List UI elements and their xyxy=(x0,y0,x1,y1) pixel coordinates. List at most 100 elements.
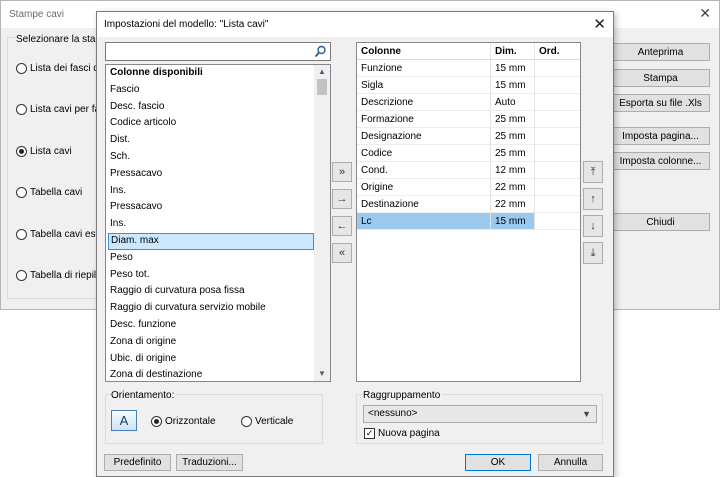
chevron-down-icon[interactable]: ▼ xyxy=(582,406,591,422)
cell-column-name[interactable]: Destinazione xyxy=(357,196,491,213)
radio-tabella-riepilogo[interactable]: Tabella di riepilo xyxy=(16,268,102,282)
cell-dimension[interactable]: 25 mm xyxy=(491,145,535,162)
close-button[interactable]: Chiudi xyxy=(611,213,710,231)
radio-orizzontale[interactable]: Orizzontale xyxy=(151,416,216,427)
table-row[interactable]: Codice 25 mm xyxy=(357,145,580,162)
list-item[interactable]: Dist. xyxy=(106,132,316,149)
table-row[interactable]: Designazione 25 mm xyxy=(357,128,580,145)
cell-order[interactable] xyxy=(535,179,580,196)
radio-indicator[interactable] xyxy=(16,228,27,240)
radio-indicator[interactable] xyxy=(16,269,27,281)
cell-order[interactable] xyxy=(535,77,580,94)
export-xls-button[interactable]: Esporta su file .Xls xyxy=(611,94,710,112)
page-setup-button[interactable]: Imposta pagina... xyxy=(611,127,710,145)
radio-indicator[interactable] xyxy=(16,186,27,198)
move-down-button[interactable]: ↓ xyxy=(583,215,603,237)
cell-column-name[interactable]: Codice xyxy=(357,145,491,162)
cell-dimension[interactable]: Auto xyxy=(491,94,535,111)
ok-button[interactable]: OK xyxy=(465,454,531,471)
table-row[interactable]: Descrizione Auto xyxy=(357,94,580,111)
defaults-button[interactable]: Predefinito xyxy=(104,454,171,471)
list-item[interactable]: Ins. xyxy=(106,183,316,200)
move-up-button[interactable]: ↑ xyxy=(583,188,603,210)
column-header-ord[interactable]: Ord. xyxy=(535,43,580,60)
translations-button[interactable]: Traduzioni... xyxy=(176,454,243,471)
cell-dimension[interactable]: 25 mm xyxy=(491,128,535,145)
preview-button[interactable]: Anteprima xyxy=(611,43,710,61)
available-columns-list[interactable]: Colonne disponibili Fascio Desc. fascio Co… xyxy=(105,64,331,382)
list-item[interactable]: Sch. xyxy=(106,149,316,166)
radio-indicator[interactable] xyxy=(16,62,27,74)
cell-dimension[interactable]: 22 mm xyxy=(491,196,535,213)
scroll-down-icon[interactable]: ▼ xyxy=(316,368,328,380)
list-item[interactable]: Ins. xyxy=(106,216,316,233)
remove-all-button[interactable]: « xyxy=(332,243,352,263)
cell-column-name[interactable]: Lc xyxy=(357,213,491,230)
add-button[interactable]: → xyxy=(332,189,352,209)
list-item[interactable]: Peso xyxy=(106,250,316,267)
radio-lista-fasci[interactable]: Lista dei fasci di xyxy=(16,61,101,75)
column-header-dim[interactable]: Dim. xyxy=(491,43,535,60)
table-row[interactable]: Formazione 25 mm xyxy=(357,111,580,128)
list-item[interactable]: Diam. max xyxy=(108,232,314,250)
print-button[interactable]: Stampa xyxy=(611,69,710,87)
radio-tabella-cavi-estesa[interactable]: Tabella cavi este xyxy=(16,227,104,241)
radio-indicator[interactable] xyxy=(16,145,27,157)
list-item[interactable]: Raggio di curvatura servizio mobile xyxy=(106,300,316,317)
radio-indicator[interactable] xyxy=(16,103,27,115)
list-item[interactable]: Zona di destinazione xyxy=(106,367,316,381)
new-page-checkbox[interactable]: ✓ Nuova pagina xyxy=(364,428,440,439)
cell-order[interactable] xyxy=(535,145,580,162)
table-row[interactable]: Lc 15 mm xyxy=(357,213,580,230)
list-item[interactable]: Pressacavo xyxy=(106,166,316,183)
cell-order[interactable] xyxy=(535,94,580,111)
cell-dimension[interactable]: 15 mm xyxy=(491,60,535,77)
column-setup-button[interactable]: Imposta colonne... xyxy=(611,152,710,170)
table-row[interactable]: Cond. 12 mm xyxy=(357,162,580,179)
cell-column-name[interactable]: Origine xyxy=(357,179,491,196)
cell-dimension[interactable]: 22 mm xyxy=(491,179,535,196)
cell-column-name[interactable]: Sigla xyxy=(357,77,491,94)
table-row[interactable]: Destinazione 22 mm xyxy=(357,196,580,213)
dialog-close-icon[interactable]: ✕ xyxy=(593,15,606,33)
list-item[interactable]: Codice articolo xyxy=(106,115,316,132)
radio-tabella-cavi[interactable]: Tabella cavi xyxy=(16,185,82,199)
table-row[interactable]: Origine 22 mm xyxy=(357,179,580,196)
cell-order[interactable] xyxy=(535,213,580,230)
cell-dimension[interactable]: 15 mm xyxy=(491,213,535,230)
cell-order[interactable] xyxy=(535,196,580,213)
list-item[interactable]: Ubic. di origine xyxy=(106,351,316,368)
radio-verticale[interactable]: Verticale xyxy=(241,416,293,427)
search-input[interactable] xyxy=(105,42,331,61)
cell-dimension[interactable]: 12 mm xyxy=(491,162,535,179)
cell-dimension[interactable]: 25 mm xyxy=(491,111,535,128)
cell-order[interactable] xyxy=(535,60,580,77)
move-top-button[interactable]: ⤒ xyxy=(583,161,603,183)
cell-dimension[interactable]: 15 mm xyxy=(491,77,535,94)
list-item[interactable]: Desc. fascio xyxy=(106,99,316,116)
cell-column-name[interactable]: Descrizione xyxy=(357,94,491,111)
cell-column-name[interactable]: Funzione xyxy=(357,60,491,77)
checkbox-indicator[interactable]: ✓ xyxy=(364,428,375,439)
move-bottom-button[interactable]: ⤓ xyxy=(583,242,603,264)
list-item[interactable]: Desc. funzione xyxy=(106,317,316,334)
cell-order[interactable] xyxy=(535,162,580,179)
scroll-up-icon[interactable]: ▲ xyxy=(316,66,328,78)
radio-indicator[interactable] xyxy=(241,416,252,427)
column-header-name[interactable]: Colonne xyxy=(357,43,491,60)
grouping-select[interactable]: <nessuno> ▼ xyxy=(363,405,597,423)
cell-column-name[interactable]: Cond. xyxy=(357,162,491,179)
search-icon[interactable] xyxy=(314,45,327,58)
cell-order[interactable] xyxy=(535,128,580,145)
list-item[interactable]: Pressacavo xyxy=(106,199,316,216)
radio-lista-cavi[interactable]: Lista cavi xyxy=(16,144,72,158)
table-row[interactable]: Sigla 15 mm xyxy=(357,77,580,94)
selected-columns-table[interactable]: Colonne Dim. Ord. Funzione 15 mm Sigla 15 m… xyxy=(356,42,581,382)
list-item[interactable]: Raggio di curvatura posa fissa xyxy=(106,283,316,300)
available-list-scrollbar[interactable]: ▲ ▼ xyxy=(314,65,330,381)
list-item[interactable]: Fascio xyxy=(106,82,316,99)
cell-order[interactable] xyxy=(535,111,580,128)
cell-column-name[interactable]: Formazione xyxy=(357,111,491,128)
add-all-button[interactable]: » xyxy=(332,162,352,182)
list-item[interactable]: Peso tot. xyxy=(106,267,316,284)
